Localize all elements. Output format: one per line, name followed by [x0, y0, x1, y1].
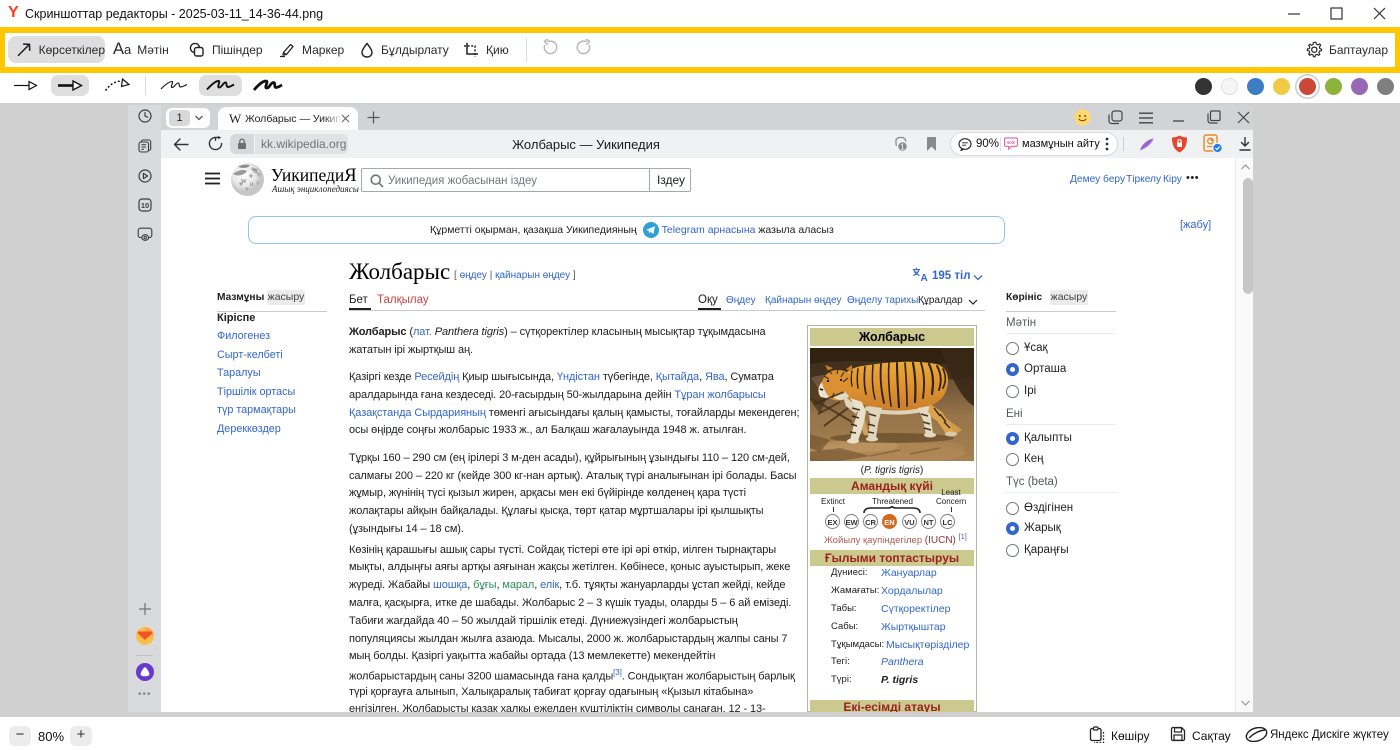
svg-text:10: 10	[141, 201, 149, 210]
svg-text:W: W	[241, 179, 247, 185]
svg-text:A: A	[921, 273, 928, 282]
svg-text:维: 维	[253, 168, 258, 175]
svg-text:И: И	[250, 183, 254, 188]
svg-text:1: 1	[900, 143, 905, 152]
svg-text:««: ««	[1007, 137, 1015, 146]
